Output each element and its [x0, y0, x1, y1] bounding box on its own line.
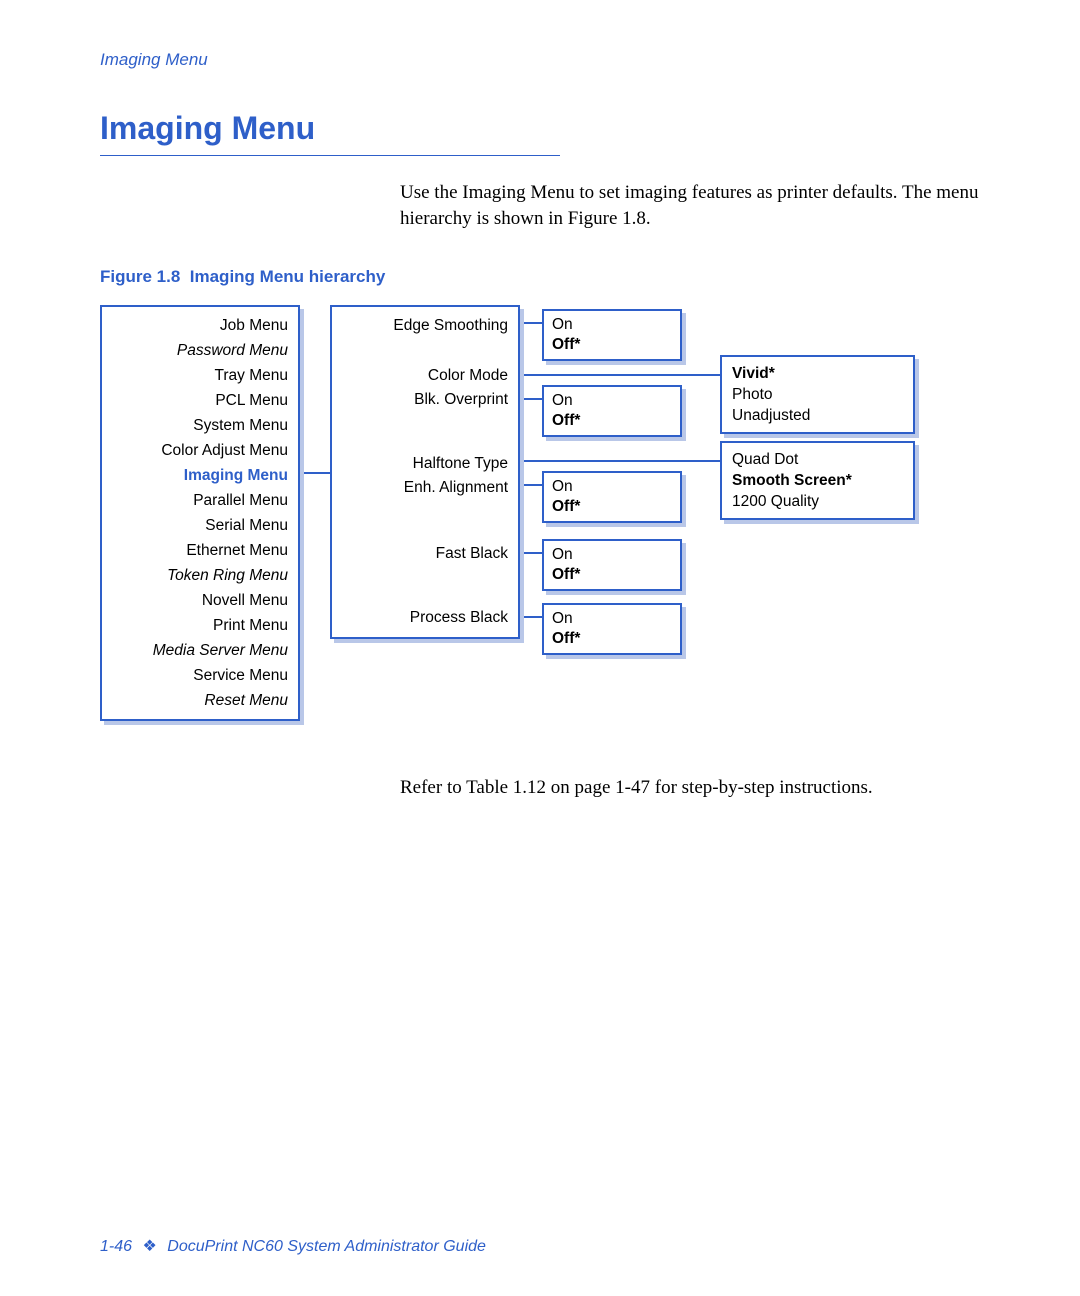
- page-footer: 1-46 ❖ DocuPrint NC60 System Administrat…: [100, 1236, 486, 1256]
- option-default: Off*: [552, 412, 580, 429]
- figure-number: Figure 1.8: [100, 267, 180, 286]
- menu-item: Print Menu: [112, 613, 288, 638]
- menu-item: Job Menu: [112, 313, 288, 338]
- menu-item: Novell Menu: [112, 588, 288, 613]
- menu-item: Media Server Menu: [112, 638, 288, 663]
- menu-item-active: Imaging Menu: [112, 463, 288, 488]
- submenu-item: Process Black: [410, 605, 508, 627]
- running-header: Imaging Menu: [100, 50, 990, 70]
- option: Unadjusted: [732, 405, 903, 426]
- options-process-black: On Off*: [542, 603, 682, 655]
- outro-paragraph: Refer to Table 1.12 on page 1-47 for ste…: [400, 775, 990, 801]
- menu-item: Color Adjust Menu: [112, 438, 288, 463]
- option-default: Smooth Screen*: [732, 472, 852, 489]
- submenu-item: Enh. Alignment: [404, 475, 508, 541]
- submenu-box: Edge Smoothing Color Mode Blk. Overprint…: [330, 305, 520, 639]
- option: On: [552, 609, 672, 629]
- menu-item: System Menu: [112, 413, 288, 438]
- submenu-item: Fast Black: [436, 541, 508, 605]
- menu-item: Serial Menu: [112, 513, 288, 538]
- menu-item: PCL Menu: [112, 388, 288, 413]
- options-enh-alignment: On Off*: [542, 471, 682, 523]
- submenu-item: Halftone Type: [413, 451, 508, 475]
- option: On: [552, 315, 672, 335]
- figure-caption: Figure 1.8 Imaging Menu hierarchy: [100, 267, 990, 287]
- option: Quad Dot: [732, 449, 903, 470]
- menu-item: Ethernet Menu: [112, 538, 288, 563]
- menu-item: Tray Menu: [112, 363, 288, 388]
- main-menu-box: Job Menu Password Menu Tray Menu PCL Men…: [100, 305, 300, 721]
- page-title: Imaging Menu: [100, 110, 990, 147]
- menu-item: Token Ring Menu: [112, 563, 288, 588]
- diamond-icon: ❖: [142, 1238, 156, 1255]
- option: On: [552, 545, 672, 565]
- submenu-item: Color Mode: [428, 363, 508, 387]
- option-default: Vivid*: [732, 365, 775, 382]
- options-halftone-type: Quad Dot Smooth Screen* 1200 Quality: [720, 441, 915, 520]
- menu-item: Reset Menu: [112, 688, 288, 713]
- page-number: 1-46: [100, 1238, 132, 1255]
- options-edge-smoothing: On Off*: [542, 309, 682, 361]
- figure-title: Imaging Menu hierarchy: [190, 267, 386, 286]
- intro-paragraph: Use the Imaging Menu to set imaging feat…: [400, 180, 990, 231]
- option-default: Off*: [552, 498, 580, 515]
- options-fast-black: On Off*: [542, 539, 682, 591]
- option: Photo: [732, 384, 903, 405]
- options-color-mode: Vivid* Photo Unadjusted: [720, 355, 915, 434]
- option: On: [552, 391, 672, 411]
- title-rule: [100, 155, 560, 156]
- menu-item: Password Menu: [112, 338, 288, 363]
- submenu-item: Edge Smoothing: [393, 313, 508, 335]
- option: On: [552, 477, 672, 497]
- submenu-item: Blk. Overprint: [414, 387, 508, 409]
- option: 1200 Quality: [732, 491, 903, 512]
- option-default: Off*: [552, 630, 580, 647]
- footer-title: DocuPrint NC60 System Administrator Guid…: [167, 1238, 486, 1255]
- hierarchy-diagram: Job Menu Password Menu Tray Menu PCL Men…: [100, 305, 990, 745]
- menu-item: Parallel Menu: [112, 488, 288, 513]
- options-blk-overprint: On Off*: [542, 385, 682, 437]
- menu-item: Service Menu: [112, 663, 288, 688]
- option-default: Off*: [552, 336, 580, 353]
- option-default: Off*: [552, 566, 580, 583]
